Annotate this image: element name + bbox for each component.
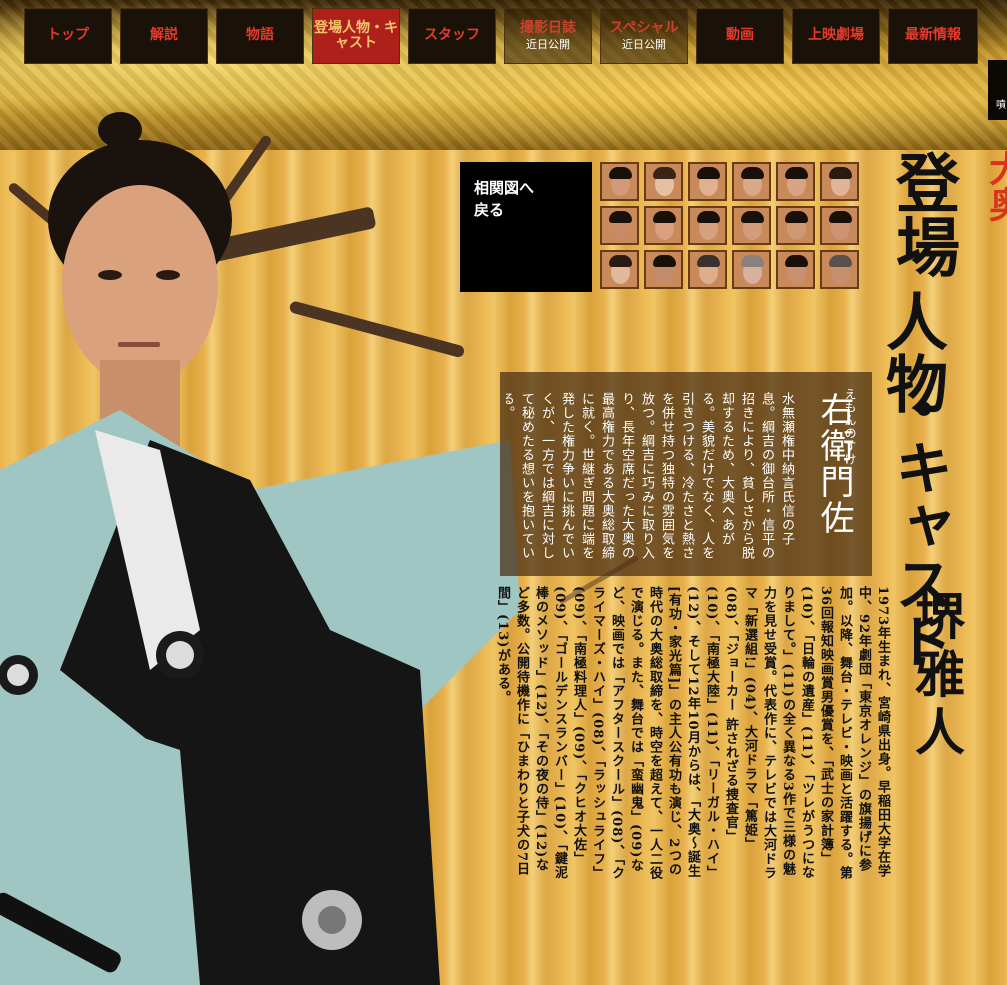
nav-label: 登場人物・キャスト — [314, 19, 398, 51]
nav-theaters[interactable]: 上映劇場 — [792, 8, 880, 64]
cast-thumb[interactable] — [820, 250, 859, 289]
global-nav: トップ 解説 物語 登場人物・キャスト スタッフ 撮影日誌 近日公開 スペシャル… — [10, 8, 1007, 64]
cast-thumb[interactable] — [688, 250, 727, 289]
cast-thumb[interactable] — [688, 206, 727, 245]
role-name: 右衛門佐 — [814, 392, 854, 536]
nav-diary[interactable]: 撮影日誌 近日公開 — [504, 8, 592, 64]
role-description: 水無瀬権中納言氏信の子息。綱吉の御台所・信平の招きにより、貧しさから脱却するため… — [506, 392, 794, 560]
cast-thumb[interactable] — [820, 162, 859, 201]
cast-thumb[interactable] — [732, 162, 771, 201]
cast-thumb[interactable] — [644, 250, 683, 289]
nav-label: 撮影日誌 — [520, 19, 576, 36]
cast-thumb[interactable] — [600, 250, 639, 289]
cast-thumb[interactable] — [776, 206, 815, 245]
nav-label: 上映劇場 — [808, 27, 864, 44]
nav-sublabel: 近日公開 — [622, 38, 666, 52]
back-to-chart-button[interactable]: 相関図へ 戻る — [460, 162, 592, 292]
cast-thumb[interactable] — [600, 206, 639, 245]
cast-thumb[interactable] — [732, 206, 771, 245]
cast-thumb[interactable] — [600, 162, 639, 201]
nav-news[interactable]: 最新情報 — [888, 8, 978, 64]
nav-special[interactable]: スペシャル 近日公開 — [600, 8, 688, 64]
cast-thumb[interactable] — [776, 250, 815, 289]
nav-sublabel: 近日公開 — [526, 38, 570, 52]
cast-thumb[interactable] — [776, 162, 815, 201]
nav-label: 物語 — [246, 27, 274, 44]
back-to-chart-label: 相関図へ 戻る — [474, 179, 535, 219]
cast-thumb[interactable] — [732, 250, 771, 289]
nav-label: トップ — [47, 27, 89, 44]
cast-thumb[interactable] — [688, 162, 727, 201]
cast-thumb[interactable] — [644, 206, 683, 245]
actor-bio: 1973年生まれ、宮崎県出身。早稲田大学在学中、92年劇団「東京オレンジ」の旗揚… — [495, 586, 890, 880]
nav-label: 最新情報 — [905, 27, 961, 44]
nav-top[interactable]: トップ — [24, 8, 112, 64]
nav-label: スペシャル — [609, 19, 679, 36]
cast-thumb[interactable] — [644, 162, 683, 201]
nav-story[interactable]: 物語 — [216, 8, 304, 64]
nav-video[interactable]: 動画 — [696, 8, 784, 64]
nav-label: スタッフ — [424, 27, 480, 44]
actor-portrait — [0, 112, 520, 985]
actor-name: 堺雅人 — [907, 590, 966, 764]
side-edge-text: 噴 — [996, 100, 1006, 111]
nav-commentary[interactable]: 解説 — [120, 8, 208, 64]
page-title-part1: 登場 — [885, 150, 960, 278]
series-logo-corner: 大奥 — [983, 150, 1007, 222]
nav-cast[interactable]: 登場人物・キャスト — [312, 8, 400, 64]
nav-label: 動画 — [726, 27, 754, 44]
nav-label: 解説 — [150, 27, 178, 44]
cast-thumb[interactable] — [820, 206, 859, 245]
nav-staff[interactable]: スタッフ — [408, 8, 496, 64]
side-panel-edge[interactable]: 噴 — [988, 60, 1007, 120]
